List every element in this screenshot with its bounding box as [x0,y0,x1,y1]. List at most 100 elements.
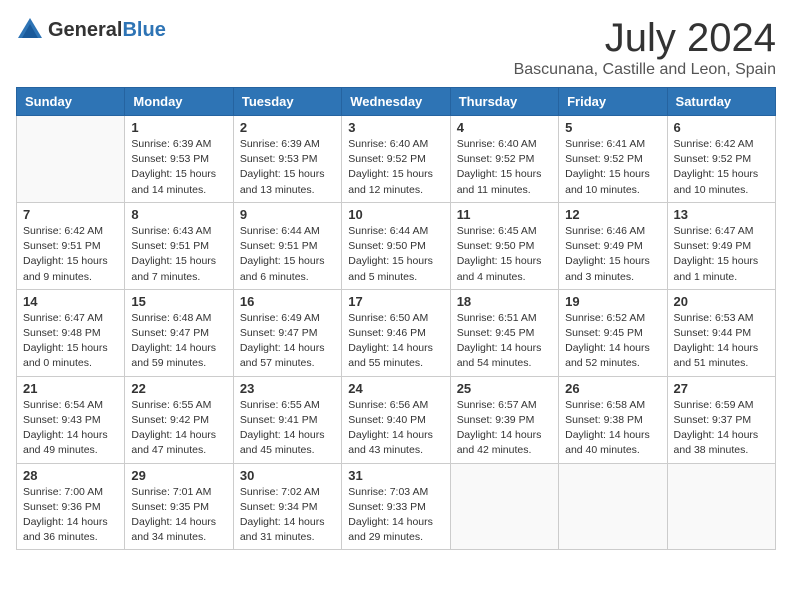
day-info: Sunrise: 7:00 AMSunset: 9:36 PMDaylight:… [23,485,118,546]
calendar-table: SundayMondayTuesdayWednesdayThursdayFrid… [16,87,776,550]
day-info: Sunrise: 6:50 AMSunset: 9:46 PMDaylight:… [348,311,443,372]
day-header-sunday: Sunday [17,88,125,116]
calendar-cell: 31 Sunrise: 7:03 AMSunset: 9:33 PMDayligh… [342,463,450,550]
calendar-cell: 5 Sunrise: 6:41 AMSunset: 9:52 PMDaylight… [559,116,667,203]
day-header-wednesday: Wednesday [342,88,450,116]
calendar-cell: 9 Sunrise: 6:44 AMSunset: 9:51 PMDaylight… [233,202,341,289]
calendar-cell: 6Sunrise: 6:42 AMSunset: 9:52 PMDaylight… [667,116,775,203]
calendar-cell: 22 Sunrise: 6:55 AMSunset: 9:42 PMDayligh… [125,376,233,463]
calendar-cell [559,463,667,550]
day-info: Sunrise: 6:54 AMSunset: 9:43 PMDaylight:… [23,398,118,459]
day-info: Sunrise: 6:41 AMSunset: 9:52 PMDaylight:… [565,137,660,198]
day-number: 17 [348,294,443,309]
day-info: Sunrise: 6:49 AMSunset: 9:47 PMDaylight:… [240,311,335,372]
calendar-cell: 16Sunrise: 6:49 AMSunset: 9:47 PMDayligh… [233,289,341,376]
calendar-cell [450,463,558,550]
day-number: 14 [23,294,118,309]
logo: GeneralBlue [16,16,166,44]
day-info: Sunrise: 6:45 AMSunset: 9:50 PMDaylight:… [457,224,552,285]
calendar-cell: 23Sunrise: 6:55 AMSunset: 9:41 PMDayligh… [233,376,341,463]
calendar-cell: 26 Sunrise: 6:58 AMSunset: 9:38 PMDayligh… [559,376,667,463]
title-area: July 2024 Bascunana, Castille and Leon, … [514,16,776,79]
calendar-week-5: 28 Sunrise: 7:00 AMSunset: 9:36 PMDayligh… [17,463,776,550]
day-info: Sunrise: 6:40 AMSunset: 9:52 PMDaylight:… [457,137,552,198]
calendar-cell: 7Sunrise: 6:42 AMSunset: 9:51 PMDaylight… [17,202,125,289]
day-number: 31 [348,468,443,483]
calendar-week-4: 21 Sunrise: 6:54 AMSunset: 9:43 PMDayligh… [17,376,776,463]
day-number: 4 [457,120,552,135]
calendar-cell: 25Sunrise: 6:57 AMSunset: 9:39 PMDayligh… [450,376,558,463]
day-number: 20 [674,294,769,309]
day-header-friday: Friday [559,88,667,116]
day-info: Sunrise: 6:53 AMSunset: 9:44 PMDaylight:… [674,311,769,372]
day-info: Sunrise: 6:44 AMSunset: 9:51 PMDaylight:… [240,224,335,285]
day-info: Sunrise: 6:46 AMSunset: 9:49 PMDaylight:… [565,224,660,285]
day-info: Sunrise: 6:57 AMSunset: 9:39 PMDaylight:… [457,398,552,459]
logo-general: General [48,19,122,41]
calendar-cell: 24 Sunrise: 6:56 AMSunset: 9:40 PMDayligh… [342,376,450,463]
day-number: 27 [674,381,769,396]
day-header-thursday: Thursday [450,88,558,116]
day-info: Sunrise: 6:56 AMSunset: 9:40 PMDaylight:… [348,398,443,459]
day-info: Sunrise: 6:39 AMSunset: 9:53 PMDaylight:… [240,137,335,198]
header: GeneralBlue July 2024 Bascunana, Castill… [16,16,776,79]
day-number: 11 [457,207,552,222]
month-title: July 2024 [514,16,776,61]
day-number: 21 [23,381,118,396]
day-number: 5 [565,120,660,135]
day-number: 13 [674,207,769,222]
calendar-cell: 20 Sunrise: 6:53 AMSunset: 9:44 PMDayligh… [667,289,775,376]
day-number: 23 [240,381,335,396]
calendar-cell: 21 Sunrise: 6:54 AMSunset: 9:43 PMDayligh… [17,376,125,463]
day-number: 3 [348,120,443,135]
calendar-cell: 4 Sunrise: 6:40 AMSunset: 9:52 PMDaylight… [450,116,558,203]
day-number: 29 [131,468,226,483]
day-info: Sunrise: 6:58 AMSunset: 9:38 PMDaylight:… [565,398,660,459]
day-number: 9 [240,207,335,222]
day-number: 19 [565,294,660,309]
calendar-cell [667,463,775,550]
calendar-cell: 13 Sunrise: 6:47 AMSunset: 9:49 PMDayligh… [667,202,775,289]
day-info: Sunrise: 6:47 AMSunset: 9:49 PMDaylight:… [674,224,769,285]
day-info: Sunrise: 6:55 AMSunset: 9:42 PMDaylight:… [131,398,226,459]
day-info: Sunrise: 6:52 AMSunset: 9:45 PMDaylight:… [565,311,660,372]
header-row: SundayMondayTuesdayWednesdayThursdayFrid… [17,88,776,116]
calendar-week-3: 14 Sunrise: 6:47 AMSunset: 9:48 PMDayligh… [17,289,776,376]
day-info: Sunrise: 6:47 AMSunset: 9:48 PMDaylight:… [23,311,118,372]
day-info: Sunrise: 6:48 AMSunset: 9:47 PMDaylight:… [131,311,226,372]
day-number: 8 [131,207,226,222]
day-info: Sunrise: 6:42 AMSunset: 9:51 PMDaylight:… [23,224,118,285]
calendar-cell: 27Sunrise: 6:59 AMSunset: 9:37 PMDayligh… [667,376,775,463]
day-number: 1 [131,120,226,135]
day-info: Sunrise: 6:40 AMSunset: 9:52 PMDaylight:… [348,137,443,198]
day-info: Sunrise: 6:44 AMSunset: 9:50 PMDaylight:… [348,224,443,285]
calendar-cell: 12Sunrise: 6:46 AMSunset: 9:49 PMDayligh… [559,202,667,289]
day-info: Sunrise: 6:43 AMSunset: 9:51 PMDaylight:… [131,224,226,285]
calendar-cell: 15 Sunrise: 6:48 AMSunset: 9:47 PMDayligh… [125,289,233,376]
day-info: Sunrise: 7:03 AMSunset: 9:33 PMDaylight:… [348,485,443,546]
day-number: 26 [565,381,660,396]
logo-blue: Blue [122,19,165,41]
calendar-week-2: 7Sunrise: 6:42 AMSunset: 9:51 PMDaylight… [17,202,776,289]
calendar-cell: 2 Sunrise: 6:39 AMSunset: 9:53 PMDaylight… [233,116,341,203]
logo-icon [16,16,44,44]
calendar-cell: 8 Sunrise: 6:43 AMSunset: 9:51 PMDaylight… [125,202,233,289]
calendar-cell: 19 Sunrise: 6:52 AMSunset: 9:45 PMDayligh… [559,289,667,376]
day-header-tuesday: Tuesday [233,88,341,116]
day-number: 28 [23,468,118,483]
calendar-cell: 10Sunrise: 6:44 AMSunset: 9:50 PMDayligh… [342,202,450,289]
calendar-cell: 30Sunrise: 7:02 AMSunset: 9:34 PMDayligh… [233,463,341,550]
calendar-cell: 29Sunrise: 7:01 AMSunset: 9:35 PMDayligh… [125,463,233,550]
day-number: 24 [348,381,443,396]
calendar-cell: 17 Sunrise: 6:50 AMSunset: 9:46 PMDayligh… [342,289,450,376]
day-number: 2 [240,120,335,135]
day-number: 15 [131,294,226,309]
day-number: 30 [240,468,335,483]
calendar-week-1: 1 Sunrise: 6:39 AMSunset: 9:53 PMDaylight… [17,116,776,203]
calendar-cell: 11 Sunrise: 6:45 AMSunset: 9:50 PMDayligh… [450,202,558,289]
day-number: 22 [131,381,226,396]
calendar-cell: 14 Sunrise: 6:47 AMSunset: 9:48 PMDayligh… [17,289,125,376]
day-info: Sunrise: 6:39 AMSunset: 9:53 PMDaylight:… [131,137,226,198]
calendar-cell: 28 Sunrise: 7:00 AMSunset: 9:36 PMDayligh… [17,463,125,550]
day-info: Sunrise: 6:51 AMSunset: 9:45 PMDaylight:… [457,311,552,372]
